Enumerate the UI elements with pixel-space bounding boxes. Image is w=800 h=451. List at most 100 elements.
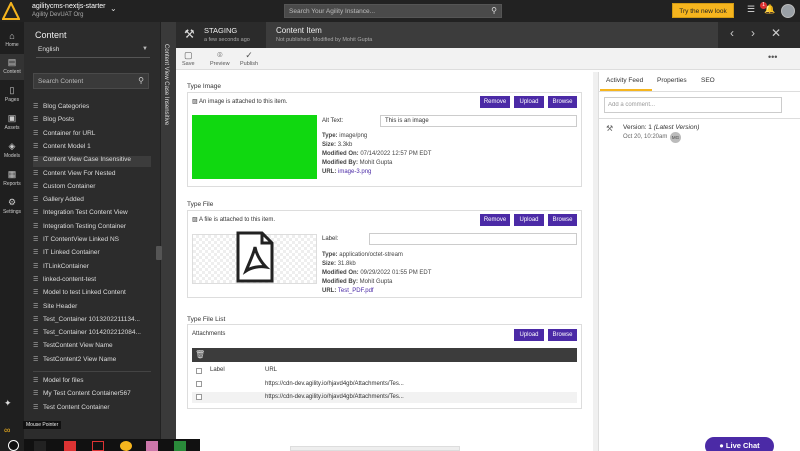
close-icon[interactable]: ✕: [771, 26, 781, 40]
browse-files-button[interactable]: Browse: [548, 329, 577, 341]
resize-handle[interactable]: [156, 246, 162, 260]
eraser-tool-icon[interactable]: [146, 441, 158, 451]
content-list-item[interactable]: ☰ Integration Testing Container: [33, 223, 151, 234]
content-list-item[interactable]: ☰ IT ContentView Linked NS: [33, 236, 151, 247]
tab-seo[interactable]: SEO: [701, 77, 715, 84]
content-search-input[interactable]: [34, 74, 130, 88]
file-icon: ▨: [192, 217, 198, 223]
tab-properties[interactable]: Properties: [657, 77, 687, 84]
file-label-input[interactable]: [369, 233, 577, 245]
remove-file-button[interactable]: Remove: [480, 214, 510, 226]
language-value[interactable]: English: [38, 46, 59, 53]
tab-activity-feed[interactable]: Activity Feed: [606, 77, 643, 84]
magic-wand-icon[interactable]: ✦: [4, 398, 12, 409]
content-list-item[interactable]: ☰ Site Header: [33, 303, 151, 314]
upload-files-button[interactable]: Upload: [514, 329, 544, 341]
content-list-item[interactable]: ☰ Content Model 1: [33, 143, 151, 154]
content-list-item[interactable]: ☰ Blog Posts: [33, 116, 151, 127]
comment-input[interactable]: [605, 98, 775, 112]
file-url-link[interactable]: Test_PDF.pdf: [338, 288, 374, 294]
content-list-item[interactable]: ☰ TestContent2 View Name: [33, 356, 151, 367]
search-icon[interactable]: ⚲: [138, 76, 144, 85]
nav-models[interactable]: ◈ Models: [0, 138, 24, 164]
pen-tool-icon[interactable]: [64, 441, 76, 451]
content-search[interactable]: ⚲: [33, 73, 149, 89]
global-search-input[interactable]: [285, 5, 475, 17]
list-icon: ☰: [33, 237, 39, 243]
rectangle-tool-icon[interactable]: [92, 441, 104, 451]
content-list-item[interactable]: ☰ My Test Content Container567: [33, 390, 151, 401]
collapsed-panel-label[interactable]: Content View Case Insensitive: [163, 44, 169, 125]
row-checkbox[interactable]: [196, 394, 202, 400]
nav-settings[interactable]: ⚙ Settings: [0, 194, 24, 220]
content-list-item[interactable]: ☰ Test Content Container: [33, 404, 151, 415]
content-list-item[interactable]: ☰ Content View For Nested: [33, 170, 151, 181]
nav-pages[interactable]: ▯ Pages: [0, 82, 24, 108]
browse-file-button[interactable]: Browse: [548, 214, 577, 226]
list-icon: ☰: [33, 250, 39, 257]
list-icon: ☰: [33, 104, 39, 110]
stage-time: a few seconds ago: [204, 37, 250, 43]
emoji-tool-icon[interactable]: [120, 441, 132, 451]
chevron-down-icon[interactable]: ⌄: [110, 4, 117, 13]
upload-image-button[interactable]: Upload: [514, 96, 544, 108]
nav-content[interactable]: ▤ Content: [0, 54, 24, 80]
bell-icon[interactable]: 🔔: [764, 4, 775, 15]
trash-icon[interactable]: 🗑: [195, 350, 205, 359]
content-list-item[interactable]: ☰ Custom Container: [33, 183, 151, 194]
accessibility-icon[interactable]: [174, 441, 186, 451]
horizontal-scrollbar[interactable]: [290, 446, 460, 451]
row-url[interactable]: https://cdn-dev.agility.io/hjavd4gb/Atta…: [265, 381, 404, 387]
content-list-item[interactable]: ☰ linked-content-test: [33, 276, 151, 287]
comment-field[interactable]: [604, 97, 782, 113]
list-icon: ☰: [33, 290, 39, 297]
browse-image-button[interactable]: Browse: [548, 96, 577, 108]
column-header-label[interactable]: Label: [210, 367, 225, 373]
avatar[interactable]: [781, 4, 795, 18]
chevron-left-icon[interactable]: ‹: [730, 26, 734, 40]
row-checkbox[interactable]: [196, 381, 202, 387]
content-list-item[interactable]: ☰ Gallery Added: [33, 196, 151, 207]
column-header-url[interactable]: URL: [265, 367, 277, 373]
preview-button[interactable]: ⌾ Preview: [210, 50, 230, 67]
tasks-icon[interactable]: ☰: [747, 4, 755, 15]
content-list-item[interactable]: ☰ TestContent View Name: [33, 342, 151, 353]
nav-home[interactable]: ⌂ Home: [0, 28, 24, 54]
content-list-item[interactable]: ☰ Content View Case Insensitive: [33, 156, 151, 168]
nav-assets[interactable]: ▣ Assets: [0, 110, 24, 136]
content-list-item[interactable]: ☰ ITLinkContainer: [33, 263, 151, 274]
select-all-checkbox[interactable]: [196, 368, 202, 374]
pause-icon[interactable]: [8, 440, 19, 451]
save-button[interactable]: ▢ Save: [182, 50, 195, 67]
caret-down-icon[interactable]: ▼: [142, 46, 148, 52]
file-size: Size: 31.8kb: [322, 261, 356, 267]
content-list-item[interactable]: ☰ Model to test Linked Content: [33, 289, 151, 300]
content-list-item[interactable]: ☰ Container for URL: [33, 130, 151, 141]
global-search[interactable]: ⚲: [284, 4, 502, 18]
try-new-look-button[interactable]: Try the new look: [672, 3, 734, 18]
image-url-link[interactable]: image-3.png: [338, 169, 371, 175]
content-list-item[interactable]: ☰ Blog Categories: [33, 103, 151, 114]
row-url[interactable]: https://cdn-dev.agility.io/hjavd4gb/Atta…: [265, 394, 404, 400]
upload-file-button[interactable]: Upload: [514, 214, 544, 226]
version-entry[interactable]: Version: 1 (Latest Version): [623, 124, 699, 131]
live-chat-button[interactable]: ● Live Chat: [705, 437, 774, 451]
pdf-file-icon: [236, 231, 274, 283]
alt-text-input[interactable]: This is an image: [380, 115, 577, 127]
search-icon[interactable]: ⚲: [491, 6, 497, 15]
nav-reports[interactable]: ▦ Reports: [0, 166, 24, 192]
agility-logo[interactable]: [2, 2, 20, 20]
content-list-item[interactable]: ☰ Model for files: [33, 377, 151, 388]
content-list-item[interactable]: ☰ Test_Container 1013202211134...: [33, 316, 151, 327]
remove-image-button[interactable]: Remove: [480, 96, 510, 108]
image-preview[interactable]: [192, 115, 317, 179]
infinity-icon[interactable]: ∞: [4, 425, 10, 435]
publish-button[interactable]: ✓ Publish: [240, 50, 258, 67]
app-name[interactable]: agilitycms-nextjs-starter: [32, 3, 106, 10]
content-list-item[interactable]: ☰ IT Linked Container: [33, 249, 151, 260]
chevron-right-icon[interactable]: ›: [751, 26, 755, 40]
pointer-tool-icon[interactable]: [34, 441, 46, 451]
content-list-item[interactable]: ☰ Test_Container 1014202212084...: [33, 329, 151, 340]
content-list-item[interactable]: ☰ Integration Test Content View: [33, 209, 151, 220]
more-options-icon[interactable]: •••: [768, 52, 777, 62]
